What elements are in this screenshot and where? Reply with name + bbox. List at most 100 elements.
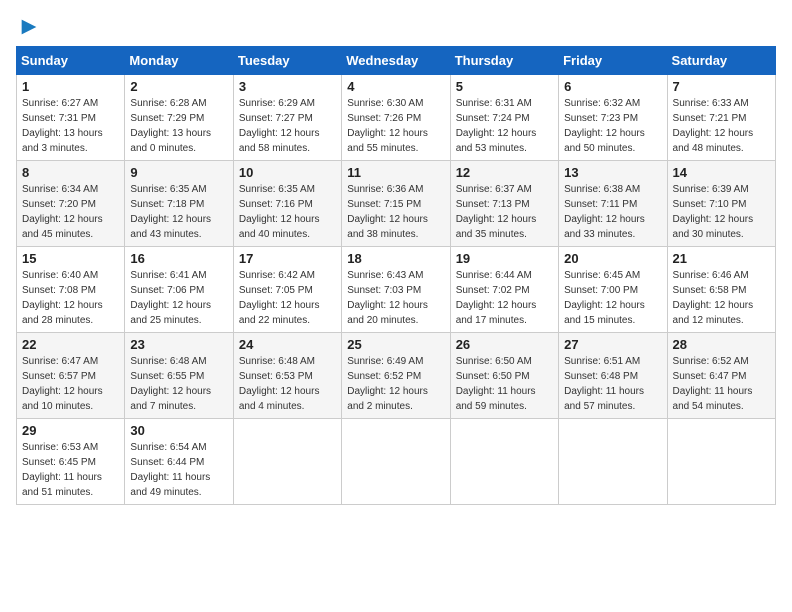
calendar-cell: 5 Sunrise: 6:31 AMSunset: 7:24 PMDayligh… [450,75,558,161]
calendar-cell: 1 Sunrise: 6:27 AMSunset: 7:31 PMDayligh… [17,75,125,161]
calendar-cell [667,419,775,505]
column-header-friday: Friday [559,47,667,75]
logo-icon [18,16,40,38]
day-detail: Sunrise: 6:45 AMSunset: 7:00 PMDaylight:… [564,270,645,326]
calendar-cell: 20 Sunrise: 6:45 AMSunset: 7:00 PMDaylig… [559,247,667,333]
day-number: 4 [347,79,444,94]
day-detail: Sunrise: 6:36 AMSunset: 7:15 PMDaylight:… [347,184,428,240]
calendar-cell: 27 Sunrise: 6:51 AMSunset: 6:48 PMDaylig… [559,333,667,419]
day-detail: Sunrise: 6:33 AMSunset: 7:21 PMDaylight:… [673,98,754,154]
day-number: 16 [130,251,227,266]
calendar-cell [450,419,558,505]
calendar-cell [559,419,667,505]
day-detail: Sunrise: 6:29 AMSunset: 7:27 PMDaylight:… [239,98,320,154]
day-number: 15 [22,251,119,266]
day-detail: Sunrise: 6:35 AMSunset: 7:18 PMDaylight:… [130,184,211,240]
day-number: 7 [673,79,770,94]
page-header [16,16,776,38]
day-number: 19 [456,251,553,266]
day-detail: Sunrise: 6:27 AMSunset: 7:31 PMDaylight:… [22,98,103,154]
calendar-cell: 6 Sunrise: 6:32 AMSunset: 7:23 PMDayligh… [559,75,667,161]
day-detail: Sunrise: 6:48 AMSunset: 6:53 PMDaylight:… [239,356,320,412]
calendar-cell: 22 Sunrise: 6:47 AMSunset: 6:57 PMDaylig… [17,333,125,419]
day-number: 13 [564,165,661,180]
calendar-cell: 28 Sunrise: 6:52 AMSunset: 6:47 PMDaylig… [667,333,775,419]
column-header-wednesday: Wednesday [342,47,450,75]
calendar-cell: 19 Sunrise: 6:44 AMSunset: 7:02 PMDaylig… [450,247,558,333]
calendar-cell: 25 Sunrise: 6:49 AMSunset: 6:52 PMDaylig… [342,333,450,419]
day-detail: Sunrise: 6:42 AMSunset: 7:05 PMDaylight:… [239,270,320,326]
calendar-cell: 26 Sunrise: 6:50 AMSunset: 6:50 PMDaylig… [450,333,558,419]
calendar-cell: 10 Sunrise: 6:35 AMSunset: 7:16 PMDaylig… [233,161,341,247]
calendar-cell: 29 Sunrise: 6:53 AMSunset: 6:45 PMDaylig… [17,419,125,505]
column-header-tuesday: Tuesday [233,47,341,75]
day-number: 10 [239,165,336,180]
day-number: 30 [130,423,227,438]
day-number: 2 [130,79,227,94]
day-detail: Sunrise: 6:48 AMSunset: 6:55 PMDaylight:… [130,356,211,412]
day-detail: Sunrise: 6:37 AMSunset: 7:13 PMDaylight:… [456,184,537,240]
calendar-cell [233,419,341,505]
calendar-cell: 4 Sunrise: 6:30 AMSunset: 7:26 PMDayligh… [342,75,450,161]
calendar-cell: 14 Sunrise: 6:39 AMSunset: 7:10 PMDaylig… [667,161,775,247]
day-number: 29 [22,423,119,438]
day-number: 22 [22,337,119,352]
day-detail: Sunrise: 6:41 AMSunset: 7:06 PMDaylight:… [130,270,211,326]
day-number: 9 [130,165,227,180]
calendar-cell: 23 Sunrise: 6:48 AMSunset: 6:55 PMDaylig… [125,333,233,419]
day-number: 14 [673,165,770,180]
day-number: 8 [22,165,119,180]
day-detail: Sunrise: 6:54 AMSunset: 6:44 PMDaylight:… [130,442,210,498]
day-number: 20 [564,251,661,266]
day-detail: Sunrise: 6:51 AMSunset: 6:48 PMDaylight:… [564,356,644,412]
calendar-week-4: 22 Sunrise: 6:47 AMSunset: 6:57 PMDaylig… [17,333,776,419]
calendar-cell: 3 Sunrise: 6:29 AMSunset: 7:27 PMDayligh… [233,75,341,161]
day-number: 17 [239,251,336,266]
calendar-cell: 30 Sunrise: 6:54 AMSunset: 6:44 PMDaylig… [125,419,233,505]
day-number: 28 [673,337,770,352]
calendar-week-1: 1 Sunrise: 6:27 AMSunset: 7:31 PMDayligh… [17,75,776,161]
day-detail: Sunrise: 6:39 AMSunset: 7:10 PMDaylight:… [673,184,754,240]
day-detail: Sunrise: 6:49 AMSunset: 6:52 PMDaylight:… [347,356,428,412]
calendar-table: SundayMondayTuesdayWednesdayThursdayFrid… [16,46,776,505]
day-number: 6 [564,79,661,94]
calendar-week-2: 8 Sunrise: 6:34 AMSunset: 7:20 PMDayligh… [17,161,776,247]
calendar-cell: 13 Sunrise: 6:38 AMSunset: 7:11 PMDaylig… [559,161,667,247]
day-detail: Sunrise: 6:53 AMSunset: 6:45 PMDaylight:… [22,442,102,498]
day-detail: Sunrise: 6:40 AMSunset: 7:08 PMDaylight:… [22,270,103,326]
calendar-week-3: 15 Sunrise: 6:40 AMSunset: 7:08 PMDaylig… [17,247,776,333]
calendar-cell: 8 Sunrise: 6:34 AMSunset: 7:20 PMDayligh… [17,161,125,247]
day-number: 3 [239,79,336,94]
day-detail: Sunrise: 6:31 AMSunset: 7:24 PMDaylight:… [456,98,537,154]
day-detail: Sunrise: 6:52 AMSunset: 6:47 PMDaylight:… [673,356,753,412]
day-number: 27 [564,337,661,352]
column-header-monday: Monday [125,47,233,75]
day-number: 5 [456,79,553,94]
day-detail: Sunrise: 6:30 AMSunset: 7:26 PMDaylight:… [347,98,428,154]
day-number: 25 [347,337,444,352]
calendar-cell: 15 Sunrise: 6:40 AMSunset: 7:08 PMDaylig… [17,247,125,333]
day-detail: Sunrise: 6:34 AMSunset: 7:20 PMDaylight:… [22,184,103,240]
calendar-cell [342,419,450,505]
day-detail: Sunrise: 6:44 AMSunset: 7:02 PMDaylight:… [456,270,537,326]
day-number: 21 [673,251,770,266]
day-number: 18 [347,251,444,266]
day-detail: Sunrise: 6:47 AMSunset: 6:57 PMDaylight:… [22,356,103,412]
day-number: 1 [22,79,119,94]
day-detail: Sunrise: 6:43 AMSunset: 7:03 PMDaylight:… [347,270,428,326]
day-detail: Sunrise: 6:32 AMSunset: 7:23 PMDaylight:… [564,98,645,154]
day-number: 23 [130,337,227,352]
calendar-cell: 16 Sunrise: 6:41 AMSunset: 7:06 PMDaylig… [125,247,233,333]
calendar-cell: 7 Sunrise: 6:33 AMSunset: 7:21 PMDayligh… [667,75,775,161]
calendar-cell: 18 Sunrise: 6:43 AMSunset: 7:03 PMDaylig… [342,247,450,333]
calendar-cell: 2 Sunrise: 6:28 AMSunset: 7:29 PMDayligh… [125,75,233,161]
calendar-week-5: 29 Sunrise: 6:53 AMSunset: 6:45 PMDaylig… [17,419,776,505]
day-number: 26 [456,337,553,352]
calendar-cell: 17 Sunrise: 6:42 AMSunset: 7:05 PMDaylig… [233,247,341,333]
day-detail: Sunrise: 6:35 AMSunset: 7:16 PMDaylight:… [239,184,320,240]
day-detail: Sunrise: 6:50 AMSunset: 6:50 PMDaylight:… [456,356,536,412]
calendar-cell: 24 Sunrise: 6:48 AMSunset: 6:53 PMDaylig… [233,333,341,419]
day-detail: Sunrise: 6:28 AMSunset: 7:29 PMDaylight:… [130,98,211,154]
day-detail: Sunrise: 6:46 AMSunset: 6:58 PMDaylight:… [673,270,754,326]
column-header-sunday: Sunday [17,47,125,75]
